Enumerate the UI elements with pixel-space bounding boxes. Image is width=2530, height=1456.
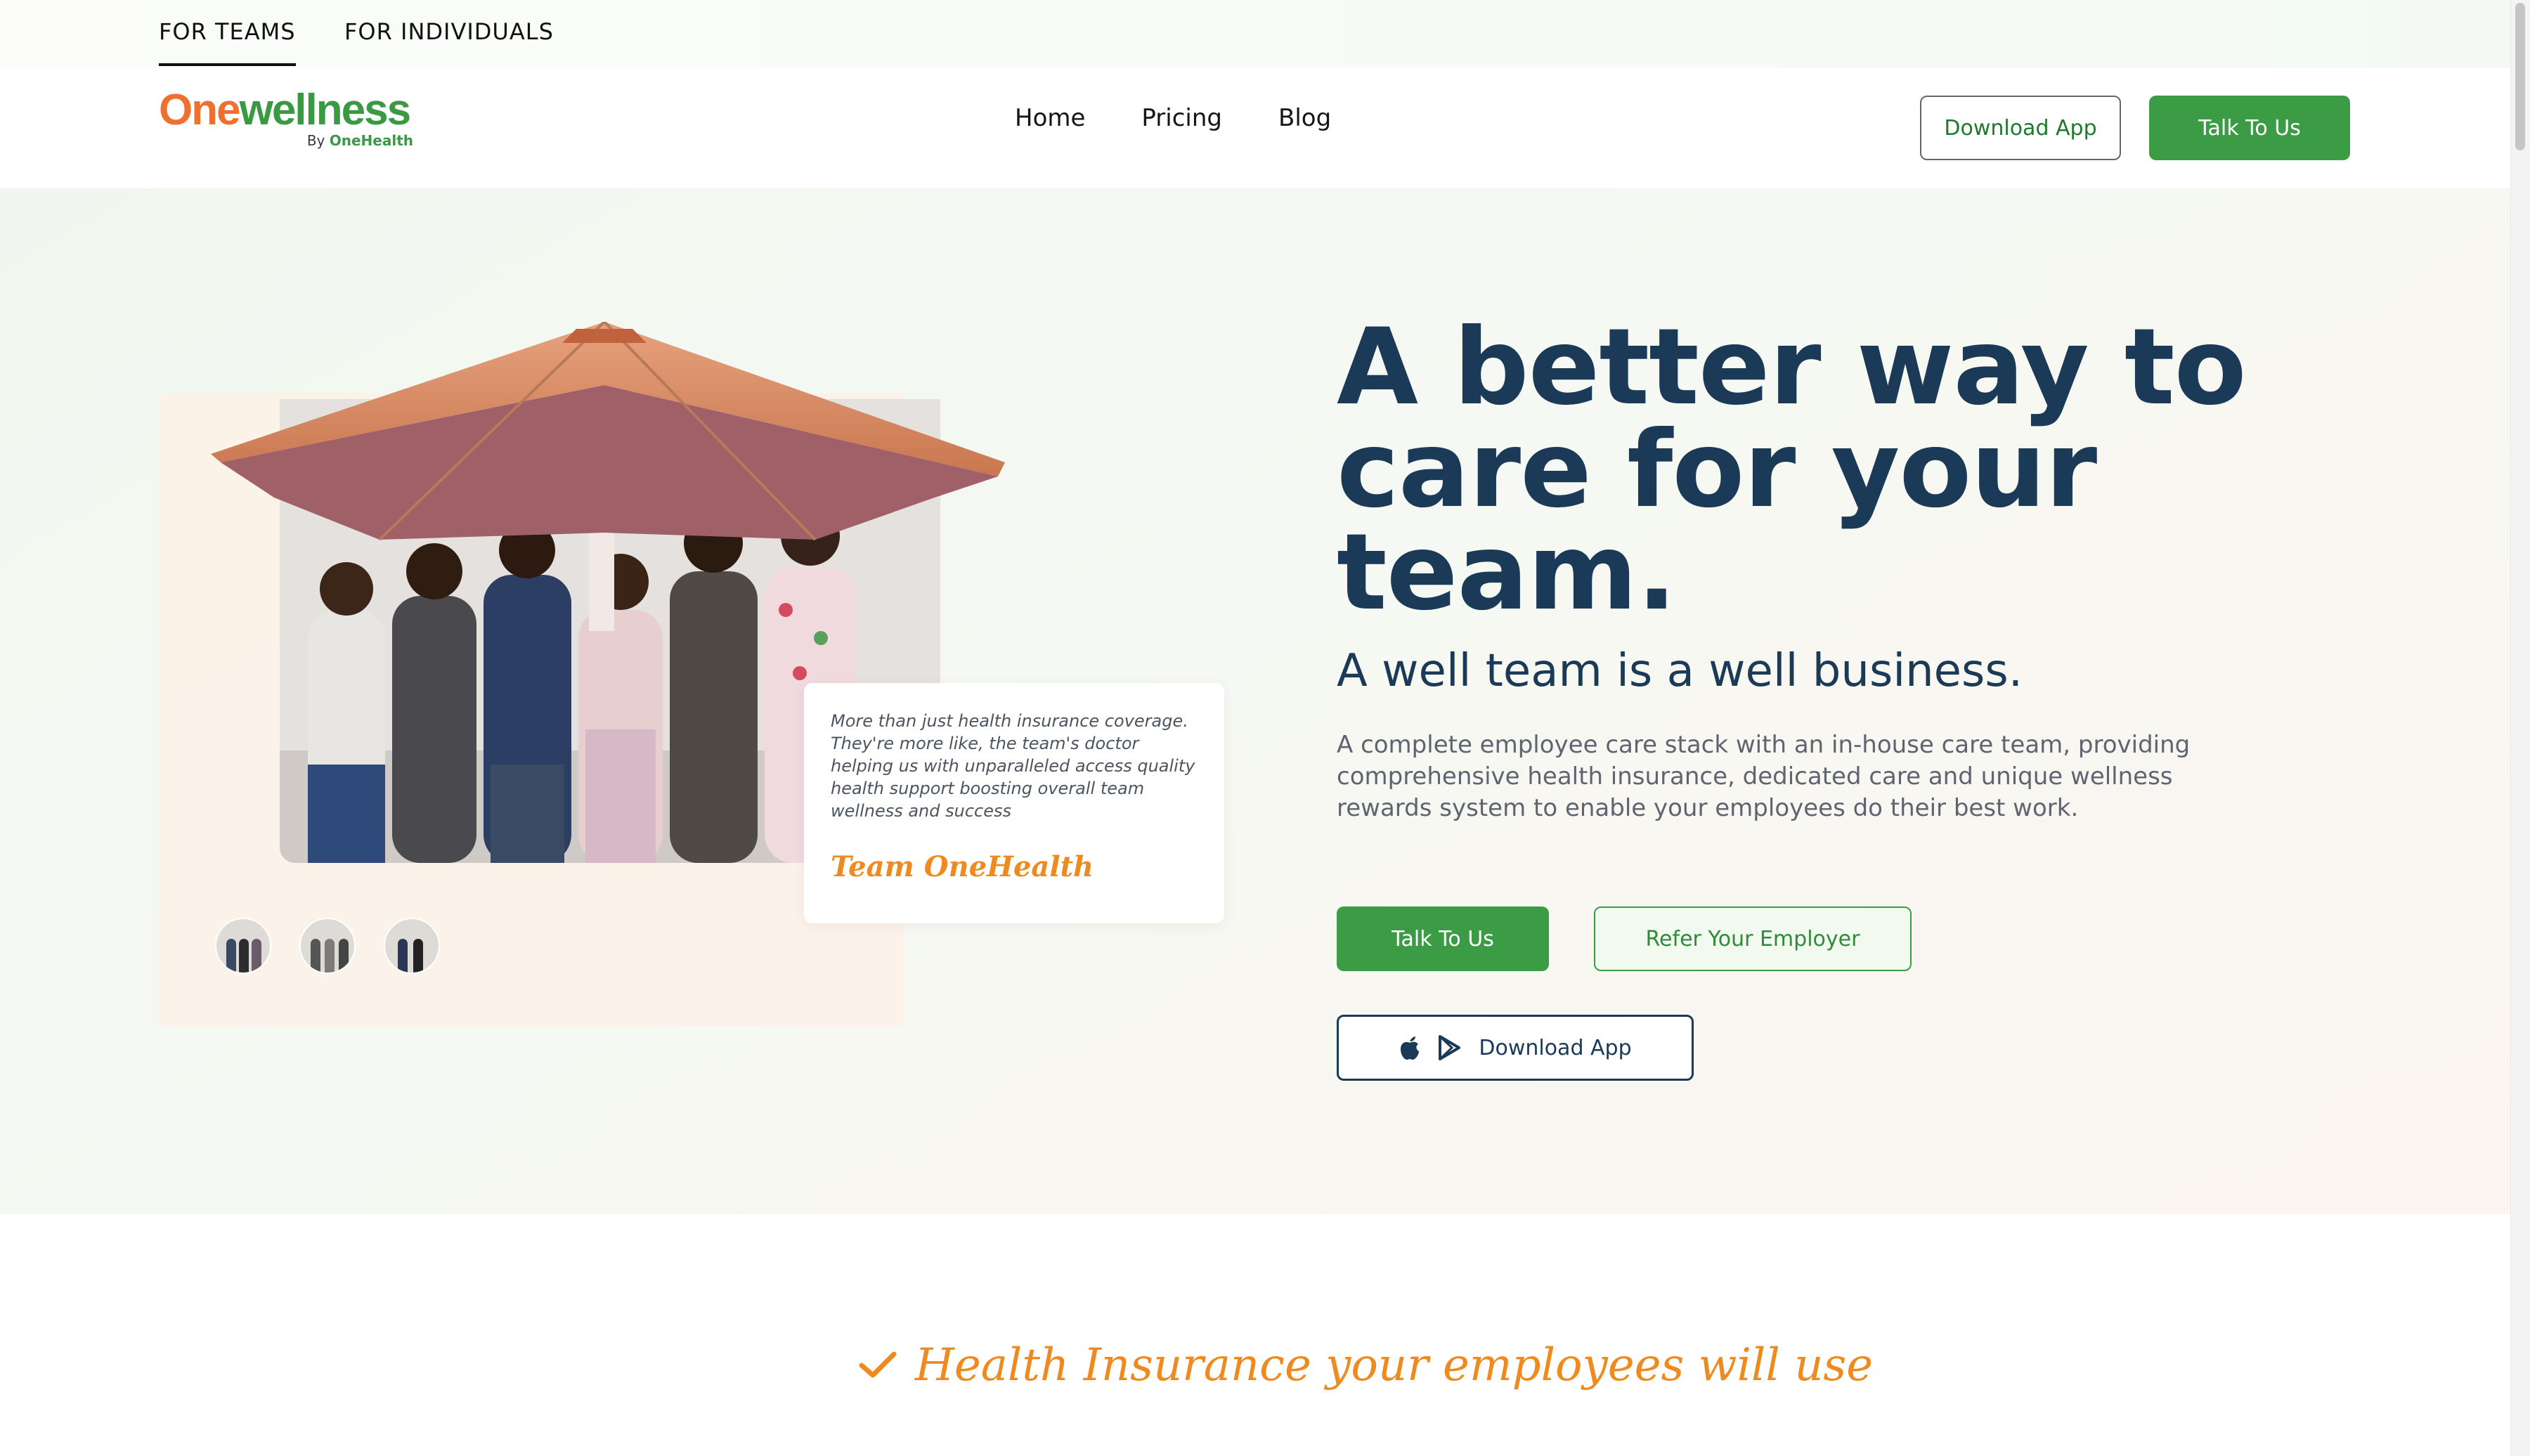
testimonial-card: More than just health insurance coverage… <box>804 683 1224 923</box>
tab-for-individuals[interactable]: FOR INDIVIDUALS <box>344 18 554 45</box>
main-nav: Home Pricing Blog <box>1015 104 1331 132</box>
umbrella-illustration <box>211 322 1005 631</box>
apple-icon <box>1401 1036 1420 1060</box>
hero-section: More than just health insurance coverage… <box>0 188 2510 1214</box>
hero-subtitle: A well team is a well business. <box>1337 645 2023 697</box>
google-play-icon <box>1439 1035 1461 1060</box>
tab-for-teams[interactable]: FOR TEAMS <box>159 18 296 66</box>
hero-download-app-button[interactable]: Download App <box>1337 1015 1694 1081</box>
logo-by: By <box>306 132 325 149</box>
photo-thumbnails <box>215 918 440 974</box>
testimonial-quote: More than just health insurance coverage… <box>831 711 1195 821</box>
onewellness-logo[interactable]: Onewellness By OneHealth <box>159 89 419 152</box>
nav-blog[interactable]: Blog <box>1278 104 1331 132</box>
header-talk-to-us-button[interactable]: Talk To Us <box>2149 96 2350 160</box>
nav-pricing[interactable]: Pricing <box>1141 104 1222 132</box>
insurance-tagline: Health Insurance your employees will use <box>859 1339 1873 1391</box>
audience-switcher: FOR TEAMS FOR INDIVIDUALS <box>0 0 2510 67</box>
thumbnail-2[interactable] <box>299 918 356 974</box>
tagline-text: Health Insurance your employees will use <box>915 1339 1874 1391</box>
hero-talk-to-us-button[interactable]: Talk To Us <box>1337 906 1549 971</box>
header-download-app-button[interactable]: Download App <box>1920 96 2121 160</box>
thumbnail-3[interactable] <box>384 918 440 974</box>
refer-employer-button[interactable]: Refer Your Employer <box>1594 906 1912 971</box>
logo-one: One <box>159 86 241 134</box>
logo-parent: OneHealth <box>329 132 413 149</box>
hero-title: A better way to care for your team. <box>1337 306 2247 634</box>
testimonial-author: Team OneHealth <box>831 850 1094 883</box>
logo-wellness: wellness <box>239 86 411 134</box>
scrollbar-thumb[interactable] <box>2515 3 2525 150</box>
logo-byline: By OneHealth <box>307 132 413 149</box>
page-scrollbar[interactable] <box>2510 0 2530 1456</box>
thumbnail-1[interactable] <box>215 918 271 974</box>
hero-description: A complete employee care stack with an i… <box>1337 731 2191 822</box>
check-icon <box>859 1351 897 1378</box>
nav-home[interactable]: Home <box>1015 104 1085 132</box>
download-app-label: Download App <box>1479 1035 1632 1060</box>
site-header: Onewellness By OneHealth Home Pricing Bl… <box>0 67 2510 188</box>
